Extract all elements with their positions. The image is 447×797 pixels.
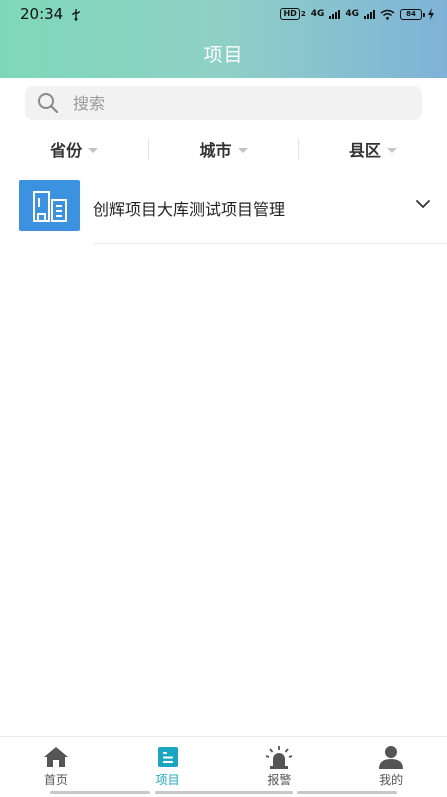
- filter-city-label: 城市: [199, 141, 232, 160]
- filter-county[interactable]: 县区: [297, 138, 447, 160]
- filter-province[interactable]: 省份: [0, 138, 148, 160]
- nav-project-label: 项目: [155, 773, 180, 787]
- status-time: 20:34: [20, 5, 64, 23]
- nav-alarm[interactable]: 报警: [224, 737, 336, 797]
- hd-badge: HD: [280, 8, 300, 20]
- caret-down-icon: [88, 147, 99, 153]
- bottom-nav: 首页 项目 报警 我的: [0, 736, 447, 797]
- home-indicator-left: [50, 791, 150, 794]
- nav-project[interactable]: 项目: [112, 737, 224, 797]
- signal-icon-2: [364, 9, 375, 19]
- filter-bar: 省份 城市 县区: [0, 132, 447, 166]
- building-icon: [32, 190, 67, 222]
- project-thumbnail: [19, 180, 80, 231]
- filter-county-label: 县区: [348, 141, 381, 160]
- nav-home-label: 首页: [43, 773, 68, 787]
- nav-mine[interactable]: 我的: [335, 737, 447, 797]
- signal-icon: [329, 9, 341, 19]
- nav-alarm-label: 报警: [267, 773, 292, 787]
- page-title: 项目: [203, 44, 244, 66]
- filter-province-label: 省份: [50, 141, 83, 160]
- search-input[interactable]: [73, 93, 393, 113]
- project-list-item[interactable]: 创辉项目大库测试项目管理: [0, 168, 447, 244]
- status-bar: 20:34 HD 2 4G 4G 84: [0, 0, 447, 28]
- list-divider: [93, 243, 447, 244]
- search-bar[interactable]: [25, 86, 422, 120]
- chevron-down-icon[interactable]: [415, 196, 431, 212]
- wifi-icon: [380, 9, 395, 20]
- project-icon: [157, 747, 178, 767]
- usb-icon: [72, 8, 80, 21]
- nav-home[interactable]: 首页: [0, 737, 112, 797]
- hd-sub: 2: [300, 10, 306, 18]
- search-icon: [38, 93, 59, 114]
- nav-mine-label: 我的: [379, 773, 404, 787]
- caret-down-icon: [386, 147, 397, 153]
- home-indicator-right: [297, 791, 397, 794]
- caret-down-icon: [237, 147, 248, 153]
- network-label-1: 4G: [310, 9, 325, 19]
- alarm-icon: [266, 746, 293, 769]
- user-icon: [379, 746, 404, 769]
- battery-icon: 84: [400, 8, 425, 20]
- charging-icon: [428, 8, 434, 20]
- header: 20:34 HD 2 4G 4G 84 项目: [0, 0, 447, 78]
- filter-city[interactable]: 城市: [148, 138, 297, 160]
- network-label-2: 4G: [345, 9, 359, 19]
- home-indicator-center: [155, 791, 293, 794]
- project-title: 创辉项目大库测试项目管理: [93, 200, 286, 219]
- home-icon: [43, 747, 68, 767]
